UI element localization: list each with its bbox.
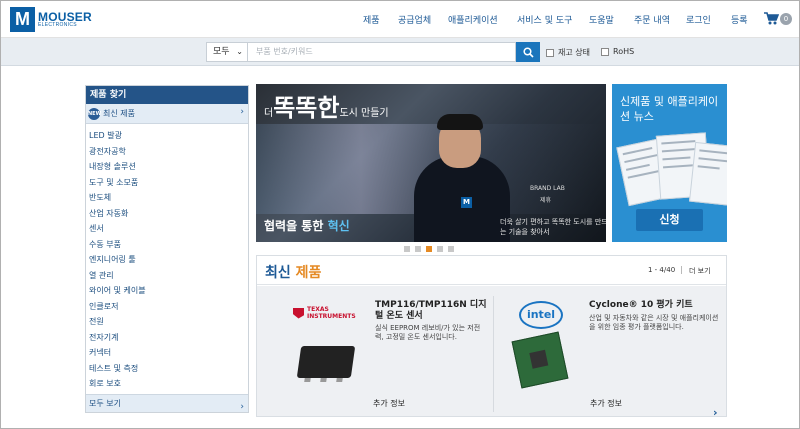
sidebar-item-circuit-protection[interactable]: 회로 보호: [86, 376, 248, 392]
banner-title-pre: 더: [264, 108, 274, 119]
in-stock-checkbox[interactable]: 재고 상태: [546, 47, 590, 58]
logo-mark-icon: M: [10, 7, 35, 32]
carousel-dot[interactable]: [437, 246, 443, 252]
new-badge-icon: NEW: [88, 107, 101, 120]
search-category-select[interactable]: 모두 ⌄: [206, 42, 248, 62]
dev-board-image: [511, 331, 569, 389]
intel-logo: intel: [519, 301, 563, 329]
in-stock-label: 재고 상태: [558, 48, 590, 57]
title-part1: 최신: [265, 265, 291, 281]
chevron-down-icon: ⌄: [236, 47, 243, 56]
search-button[interactable]: [516, 42, 540, 62]
title-part2: 제품: [295, 265, 322, 281]
separator: |: [680, 265, 683, 274]
nav-help[interactable]: 도움말: [589, 13, 614, 26]
product-finder-sidebar: 제품 찾기 NEW 최신 제품 › LED 발광 광전자공학 내장형 솔루션 도…: [85, 85, 249, 413]
checkbox-box: [601, 47, 609, 56]
sidebar-item-optoelectronics[interactable]: 광전자공학: [86, 144, 248, 160]
nav-applications[interactable]: 애플리케이션: [448, 13, 498, 26]
rohs-checkbox[interactable]: RoHS: [601, 47, 634, 56]
brand-lab-label: BRAND LAB: [530, 185, 565, 192]
banner-title: 더똑똑한도시 만들기: [264, 88, 389, 123]
chevron-right-icon: ›: [240, 107, 244, 117]
search-bar: 모두 ⌄ 부품 번호/키워드 재고 상태 RoHS: [0, 38, 800, 66]
sidebar-view-all[interactable]: 모두 보기 ›: [86, 394, 248, 412]
sidebar-item-wire-cable[interactable]: 와이어 및 케이블: [86, 283, 248, 299]
sidebar-item-embedded[interactable]: 내장형 솔루션: [86, 159, 248, 175]
more-info-link[interactable]: 추가 정보: [373, 398, 405, 409]
nav-services-tools[interactable]: 서비스 및 도구: [517, 13, 572, 26]
sidebar-item-test-measurement[interactable]: 테스트 및 측정: [86, 361, 248, 377]
banner-caption-pre: 협력을 통한: [264, 219, 324, 233]
new-products-title: 최신 제품: [265, 262, 321, 282]
rohs-label: RoHS: [613, 47, 635, 56]
presenter-hair: [437, 114, 483, 130]
subscribe-button[interactable]: 신청: [636, 209, 703, 231]
ti-logo-text: TEXAS INSTRUMENTS: [307, 306, 356, 320]
carousel-dot[interactable]: [415, 246, 421, 252]
card-divider: [493, 296, 494, 412]
hero-banner[interactable]: M BRAND LAB 제휴 더똑똑한도시 만들기 협력을 통한 혁신 더욱 살…: [256, 84, 606, 242]
sidebar-item-tools[interactable]: 도구 및 소모품: [86, 175, 248, 191]
carousel-dot[interactable]: [448, 246, 454, 252]
sidebar-title: 제품 찾기: [86, 86, 248, 104]
view-more-link[interactable]: 더 보기: [689, 266, 711, 276]
texas-instruments-logo: TEXAS INSTRUMENTS: [293, 306, 356, 320]
view-all-label: 모두 보기: [89, 399, 121, 408]
newsletter-doc-image: [688, 141, 727, 207]
sidebar-item-sensors[interactable]: 센서: [86, 221, 248, 237]
cart-count-badge: 0: [780, 13, 792, 25]
nav-products[interactable]: 제품: [363, 13, 380, 26]
new-products-header: 최신 제품 1 - 4/40 | 더 보기: [257, 256, 726, 285]
site-header: M MOUSER ELECTRONICS 제품 공급업체 애플리케이션 서비스 …: [0, 0, 800, 38]
product-description: 실식 EEPROM 레보비/가 있는 저전력, 고정밀 온도 센서입니다.: [375, 324, 481, 341]
search-icon: [522, 46, 534, 58]
cart-icon: [764, 12, 779, 25]
nav-login[interactable]: 로그인: [686, 13, 711, 26]
banner-caption-highlight: 혁신: [327, 219, 350, 233]
product-name[interactable]: TMP116/TMP116N 디지털 온도 센서: [375, 300, 487, 322]
banner-title-post: 도시 만들기: [339, 108, 389, 119]
search-input[interactable]: 부품 번호/키워드: [248, 42, 516, 62]
ti-logo-icon: [293, 307, 304, 319]
product-description: 산업 및 자동차와 같은 시장 및 애플리케이션을 위한 임종 평가 플랫폼입니…: [589, 314, 719, 331]
sidebar-item-led[interactable]: LED 발광: [86, 128, 248, 144]
sidebar-item-semiconductors[interactable]: 반도체: [86, 190, 248, 206]
carousel-dot-active[interactable]: [426, 246, 432, 252]
result-range: 1 - 4/40: [648, 266, 676, 274]
news-panel: 신제품 및 애플리케이션 뉴스 신청: [612, 84, 727, 242]
sidebar-item-passive[interactable]: 수동 부품: [86, 237, 248, 253]
sidebar-item-connectors[interactable]: 커넥터: [86, 345, 248, 361]
sidebar-item-thermal[interactable]: 열 관리: [86, 268, 248, 284]
sidebar-item-new-products[interactable]: NEW 최신 제품 ›: [86, 104, 248, 124]
banner-title-bold: 똑똑한: [273, 94, 340, 122]
banner-description: 더욱 살기 편하고 똑똑한 도시를 만드는 기술을 찾아서: [500, 218, 606, 236]
carousel-dots: [404, 246, 459, 252]
new-products-section: 최신 제품 1 - 4/40 | 더 보기 TEXAS INSTRUMENTS …: [256, 255, 727, 419]
chevron-right-icon: ›: [240, 402, 244, 412]
sidebar-item-engineering-tools[interactable]: 엔지니어링 툴: [86, 252, 248, 268]
nav-suppliers[interactable]: 공급업체: [398, 13, 431, 26]
carousel-dot[interactable]: [404, 246, 410, 252]
mouser-badge-icon: M: [461, 197, 472, 208]
product-name[interactable]: Cyclone® 10 평가 키트: [589, 300, 719, 311]
sidebar-item-enclosures[interactable]: 인클로저: [86, 299, 248, 315]
search-category-value: 모두: [213, 47, 230, 57]
sidebar-item-power[interactable]: 전원: [86, 314, 248, 330]
more-info-link[interactable]: 추가 정보: [590, 398, 622, 409]
carousel-next-icon[interactable]: ›: [713, 406, 718, 419]
sidebar-item-industrial-automation[interactable]: 산업 자동화: [86, 206, 248, 222]
checkbox-box: [546, 48, 554, 57]
brand-lab-name: 제휴: [540, 197, 552, 204]
nav-register[interactable]: 등록: [731, 13, 748, 26]
category-list: LED 발광 광전자공학 내장형 솔루션 도구 및 소모품 반도체 산업 자동화…: [86, 124, 248, 392]
banner-caption: 협력을 통한 혁신: [264, 217, 350, 234]
sidebar-item-electromechanical[interactable]: 전자기계: [86, 330, 248, 346]
news-title: 신제품 및 애플리케이션 뉴스: [620, 95, 719, 123]
mouser-logo[interactable]: M MOUSER ELECTRONICS: [10, 7, 92, 32]
cart-button[interactable]: 0: [764, 12, 796, 26]
sidebar-item-label: 최신 제품: [103, 109, 135, 118]
nav-order-history[interactable]: 주문 내역: [634, 13, 670, 26]
sensor-chip-image: [296, 346, 356, 382]
